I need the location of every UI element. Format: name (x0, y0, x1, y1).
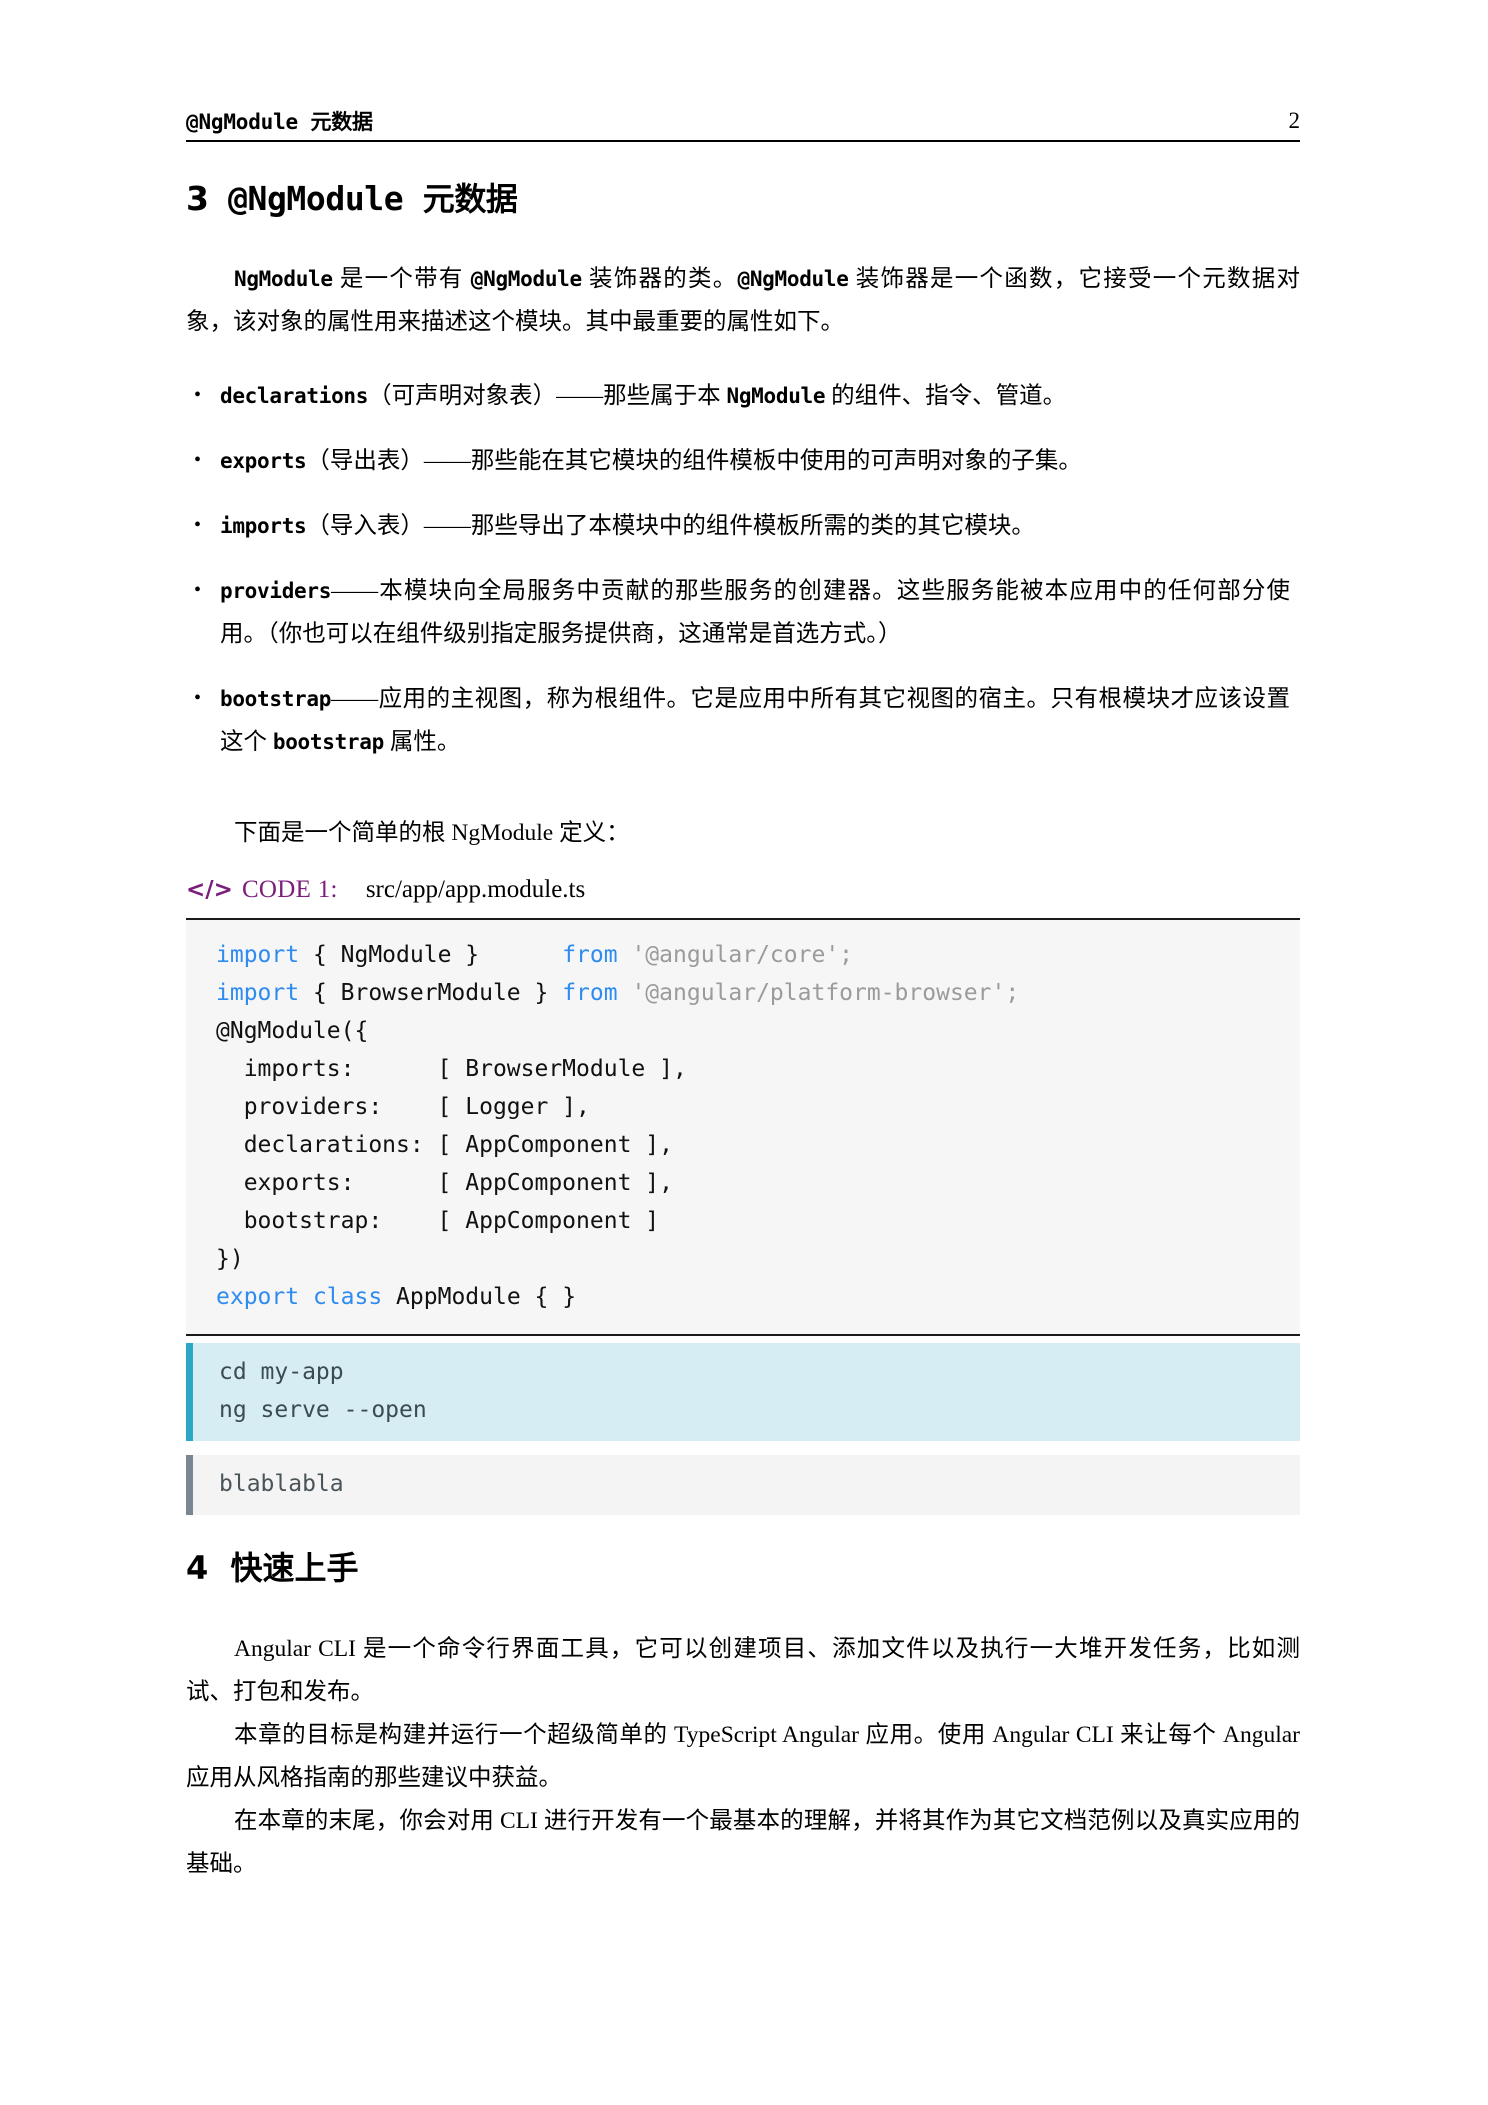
running-header-title-mono: @NgModule (186, 109, 298, 134)
list-item: providers——本模块向全局服务中贡献的那些服务的创建器。这些服务能被本应… (186, 569, 1290, 656)
section-4-heading: 4 快速上手 (186, 1548, 1300, 1588)
section-3-title-mono: @NgModule (228, 179, 404, 218)
bullet-text-before: （导出表）——那些能在其它模块的组件模板中使用的可声明对象的子集。 (306, 448, 1082, 474)
bullet-inline-code: NgModule (726, 384, 826, 408)
section-4: 4 快速上手 (186, 1548, 1300, 1588)
section-3: 3 @NgModule 元数据 (186, 178, 1300, 219)
code-line: @NgModule({ (186, 1012, 1300, 1050)
code-text: @NgModule({ (216, 1018, 369, 1044)
terminal-block-primary[interactable]: cd my-app ng serve --open (186, 1343, 1300, 1441)
section-4-body: Angular CLI 是一个命令行界面工具，它可以创建项目、添加文件以及执行一… (186, 1628, 1300, 1886)
document-page: @NgModule 元数据 2 3 @NgModule 元数据 NgModule… (0, 0, 1488, 2105)
code-filename: src/app/app.module.ts (365, 876, 586, 903)
code-keyword: import (216, 980, 300, 1006)
terminal-line: ng serve --open (219, 1397, 427, 1423)
running-header-title-cjk: 元数据 (310, 109, 373, 134)
code-string: '@angular/platform-browser'; (631, 980, 1020, 1006)
bullet-text-before: （可声明对象表）——那些属于本 (368, 383, 727, 409)
code-text: { NgModule } (299, 942, 563, 968)
intro-code-ngmodule-3: @NgModule (737, 267, 849, 291)
bullet-code: providers (220, 579, 332, 603)
code-keyword: from (562, 980, 618, 1006)
code-line: import { NgModule } from '@angular/core'… (186, 936, 1300, 974)
code-line: exports: [ AppComponent ], (186, 1164, 1300, 1202)
bullet-text-after: 的组件、指令、管道。 (825, 383, 1067, 409)
section-3-intro-wrap: NgModule 是一个带有 @NgModule 装饰器的类。@NgModule… (186, 258, 1300, 344)
bullet-text-before: ——本模块向全局服务中贡献的那些服务的创建器。这些服务能被本应用中的任何部分使用… (220, 578, 1290, 647)
list-item: declarations（可声明对象表）——那些属于本 NgModule 的组件… (186, 374, 1290, 418)
code-keyword: import (216, 942, 300, 968)
code-keyword: export (216, 1284, 300, 1310)
bullet-inline-code: bootstrap (272, 730, 384, 754)
code-tag-icon: </> (186, 877, 233, 903)
bullet-text-before: （导入表）——那些导出了本模块中的组件模板所需的类的其它模块。 (306, 513, 1035, 539)
section-3-intro-paragraph: NgModule 是一个带有 @NgModule 装饰器的类。@NgModule… (186, 258, 1300, 344)
section-4-number: 4 (186, 1549, 209, 1587)
list-item: bootstrap——应用的主视图，称为根组件。它是应用中所有其它视图的宿主。只… (186, 677, 1290, 764)
terminal-line: cd my-app (219, 1359, 344, 1385)
code-text: { BrowserModule } (299, 980, 563, 1006)
code-string: '@angular/core'; (631, 942, 854, 968)
code-block[interactable]: import { NgModule } from '@angular/core'… (186, 918, 1300, 1336)
code-line: import { BrowserModule } from '@angular/… (186, 974, 1300, 1012)
intro-code-ngmodule-2: @NgModule (470, 267, 582, 291)
section-3-number: 3 (186, 179, 209, 218)
code-line: }) (186, 1240, 1300, 1278)
shell-gray-wrap: blablabla (186, 1455, 1300, 1515)
intro-text-1: 是一个带有 (332, 266, 471, 292)
code-text: declarations: [ AppComponent ], (216, 1132, 673, 1158)
running-header: @NgModule 元数据 2 (186, 108, 1300, 142)
section-3-title-cjk: 元数据 (422, 180, 518, 218)
bullet-code: exports (220, 449, 307, 473)
shell-teal-wrap: cd my-app ng serve --open (186, 1343, 1300, 1441)
code-caption-label: CODE 1: (241, 876, 338, 903)
section-4-paragraph: 在本章的末尾，你会对用 CLI 进行开发有一个最基本的理解，并将其作为其它文档范… (186, 1808, 1300, 1877)
code-line: providers: [ Logger ], (186, 1088, 1300, 1126)
section-3-heading: 3 @NgModule 元数据 (186, 178, 1300, 219)
code-caption-wrap: </> CODE 1: src/app/app.module.ts (186, 876, 1300, 904)
section-4-title: 快速上手 (230, 1549, 359, 1587)
section-4-paragraph: Angular CLI 是一个命令行界面工具，它可以创建项目、添加文件以及执行一… (186, 1636, 1300, 1705)
code-text: AppModule { } (382, 1284, 577, 1310)
code-text: imports: [ BrowserModule ], (216, 1056, 687, 1082)
terminal-line: blablabla (219, 1471, 344, 1497)
code-text: providers: [ Logger ], (216, 1094, 590, 1120)
page-number: 2 (1288, 108, 1301, 133)
code-line: declarations: [ AppComponent ], (186, 1126, 1300, 1164)
bullet-code: imports (220, 514, 307, 538)
intro-text-2: 装饰器的类。 (581, 266, 738, 292)
code-text: exports: [ AppComponent ], (216, 1170, 673, 1196)
list-item: exports（导出表）——那些能在其它模块的组件模板中使用的可声明对象的子集。 (186, 439, 1290, 483)
code-text: }) (216, 1246, 244, 1272)
bullet-code: declarations (220, 384, 369, 408)
code-line: imports: [ BrowserModule ], (186, 1050, 1300, 1088)
code-text: bootstrap: [ AppComponent ] (216, 1208, 660, 1234)
ngmodule-property-list-wrap: declarations（可声明对象表）——那些属于本 NgModule 的组件… (186, 374, 1290, 786)
bullet-code: bootstrap (220, 687, 332, 711)
list-item: imports（导入表）——那些导出了本模块中的组件模板所需的类的其它模块。 (186, 504, 1290, 548)
bullet-text-after: 属性。 (383, 729, 461, 755)
code-keyword: class (312, 1284, 383, 1310)
code-block-wrap: import { NgModule } from '@angular/core'… (186, 918, 1300, 1336)
code-line: export class AppModule { } (186, 1278, 1300, 1316)
ngmodule-property-list: declarations（可声明对象表）——那些属于本 NgModule 的组件… (186, 374, 1290, 764)
code-lead-in: 下面是一个简单的根 NgModule 定义： (234, 820, 630, 846)
running-header-title: @NgModule 元数据 (186, 109, 373, 134)
code-caption: </> CODE 1: src/app/app.module.ts (186, 876, 1300, 904)
intro-code-ngmodule-1: NgModule (234, 267, 333, 291)
code-keyword: from (562, 942, 618, 968)
section-4-paragraph: 本章的目标是构建并运行一个超级简单的 TypeScript Angular 应用… (186, 1722, 1300, 1791)
terminal-block-secondary[interactable]: blablabla (186, 1455, 1300, 1515)
code-lead-in-wrap: 下面是一个简单的根 NgModule 定义： (186, 812, 1300, 855)
code-line: bootstrap: [ AppComponent ] (186, 1202, 1300, 1240)
